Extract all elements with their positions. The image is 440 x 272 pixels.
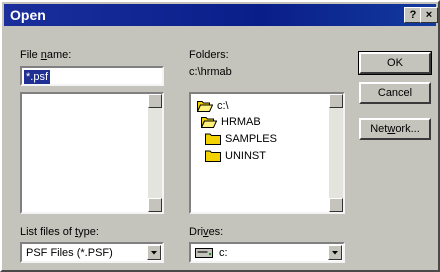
folder-tree-scrollbar[interactable] bbox=[329, 94, 343, 212]
drives-value: c: bbox=[219, 247, 228, 259]
open-dialog: Open ? × File name: *.psf Folders: c:\hr… bbox=[0, 0, 440, 272]
close-button[interactable]: × bbox=[420, 7, 438, 23]
folder-item-uninst[interactable]: UNINST bbox=[205, 148, 327, 164]
file-type-dropdown-button[interactable] bbox=[147, 245, 161, 260]
scroll-up-arrow-icon[interactable] bbox=[329, 94, 343, 108]
file-name-input[interactable]: *.psf bbox=[20, 66, 164, 86]
folder-name: UNINST bbox=[225, 150, 266, 162]
file-type-dropdown[interactable]: PSF Files (*.PSF) bbox=[20, 242, 164, 263]
drives-label: Drives: bbox=[189, 226, 224, 238]
closed-folder-icon bbox=[205, 133, 221, 145]
file-name-label: File name: bbox=[20, 49, 72, 61]
chevron-down-icon bbox=[151, 251, 157, 255]
file-list[interactable] bbox=[20, 92, 164, 214]
drives-dropdown-button[interactable] bbox=[328, 245, 342, 260]
file-type-value: PSF Files (*.PSF) bbox=[26, 247, 113, 259]
scroll-down-arrow-icon[interactable] bbox=[329, 198, 343, 212]
drives-dropdown[interactable]: c: bbox=[189, 242, 345, 263]
scroll-down-arrow-icon[interactable] bbox=[148, 198, 162, 212]
folders-label: Folders: bbox=[189, 49, 229, 61]
open-folder-icon bbox=[197, 101, 213, 112]
title-bar[interactable]: Open ? × bbox=[4, 4, 438, 26]
folder-item-hrmab[interactable]: HRMAB bbox=[201, 114, 327, 130]
folder-tree[interactable]: c:\ HRMAB SAMPLES UNINST bbox=[189, 92, 345, 214]
open-folder-icon bbox=[201, 117, 217, 128]
network-button[interactable]: Network... bbox=[359, 118, 431, 140]
file-list-scrollbar[interactable] bbox=[148, 94, 162, 212]
folder-item-samples[interactable]: SAMPLES bbox=[205, 131, 327, 147]
cancel-button[interactable]: Cancel bbox=[359, 82, 431, 104]
folder-item-c-root[interactable]: c:\ bbox=[197, 98, 327, 114]
folder-name: SAMPLES bbox=[225, 133, 277, 145]
file-type-label: List files of type: bbox=[20, 226, 99, 238]
folder-name: HRMAB bbox=[221, 116, 261, 128]
scroll-up-arrow-icon[interactable] bbox=[148, 94, 162, 108]
folder-name: c:\ bbox=[217, 100, 229, 112]
dialog-title: Open bbox=[10, 7, 46, 23]
chevron-down-icon bbox=[332, 251, 338, 255]
drive-icon bbox=[195, 248, 213, 258]
file-name-value: *.psf bbox=[24, 70, 51, 84]
ok-button[interactable]: OK bbox=[358, 51, 432, 75]
current-path: c:\hrmab bbox=[189, 66, 232, 78]
closed-folder-icon bbox=[205, 150, 221, 162]
